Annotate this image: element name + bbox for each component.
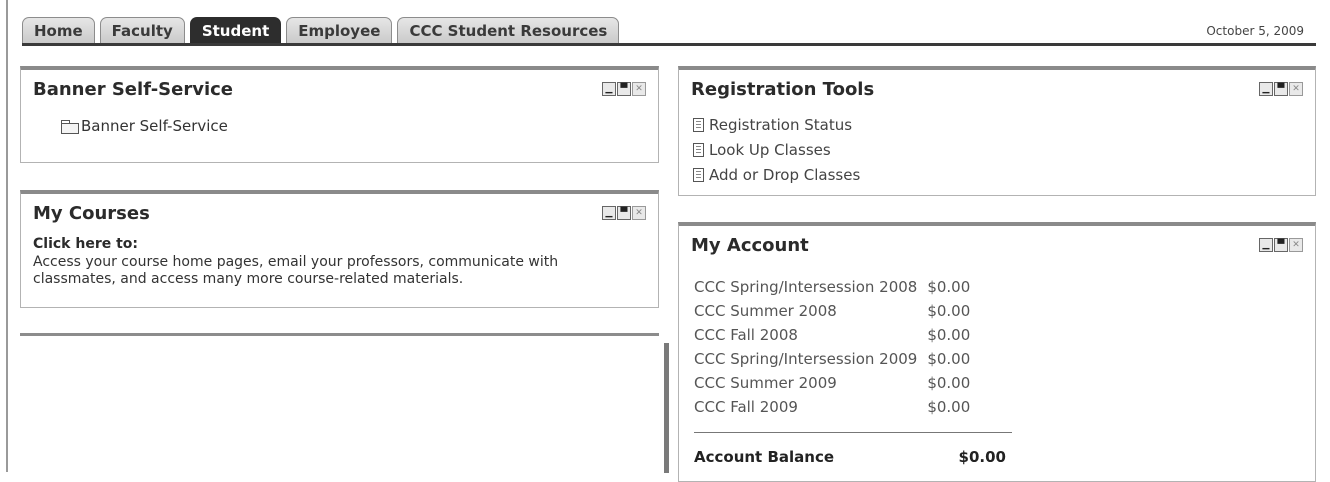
document-icon [693, 142, 704, 157]
term-name: CCC Spring/Intersession 2008 [694, 278, 918, 296]
table-row: CCC Summer 2008 $0.00 [694, 299, 970, 323]
page-left-border [6, 0, 8, 472]
portlet-controls: ▁ ▀ ✕ [1259, 238, 1303, 252]
table-row: CCC Spring/Intersession 2009 $0.00 [694, 347, 970, 371]
banner-link-label: Banner Self-Service [81, 117, 228, 135]
minimize-icon[interactable]: ▁ [1259, 238, 1273, 252]
courses-click-here-link[interactable]: Click here to: [33, 236, 138, 252]
term-amount: $0.00 [927, 278, 971, 296]
term-amount: $0.00 [927, 374, 971, 392]
folder-icon [61, 119, 79, 134]
term-name: CCC Fall 2009 [694, 398, 798, 416]
minimize-icon[interactable]: ▁ [602, 82, 616, 96]
term-amount: $0.00 [927, 326, 971, 344]
tab-student[interactable]: Student [189, 17, 282, 44]
link-label: Look Up Classes [709, 140, 831, 159]
maximize-icon[interactable]: ▀ [617, 206, 631, 220]
portlet-title: My Courses [33, 203, 150, 224]
table-row: CCC Fall 2008 $0.00 [694, 323, 970, 347]
portlet-controls: ▁ ▀ ✕ [602, 82, 646, 96]
term-name: CCC Spring/Intersession 2009 [694, 350, 918, 368]
banner-self-service-link[interactable]: Banner Self-Service [61, 117, 228, 135]
term-name: CCC Fall 2008 [694, 326, 798, 344]
maximize-icon[interactable]: ▀ [1274, 82, 1288, 96]
balance-label: Account Balance [694, 448, 835, 466]
portlet-title: My Account [691, 235, 809, 256]
term-name: CCC Summer 2008 [694, 302, 837, 320]
term-amount: $0.00 [927, 302, 971, 320]
registration-links: Registration Status Look Up Classes Add … [693, 112, 860, 187]
term-name: CCC Summer 2009 [694, 374, 837, 392]
link-label: Add or Drop Classes [709, 165, 861, 184]
current-date: October 5, 2009 [1206, 24, 1304, 38]
main-tab-bar: Home Faculty Student Employee CCC Studen… [22, 16, 624, 44]
tab-faculty[interactable]: Faculty [99, 17, 185, 44]
empty-portlet-divider [20, 333, 659, 336]
portlet-title: Banner Self-Service [33, 79, 234, 100]
registration-status-link[interactable]: Registration Status [693, 112, 860, 137]
tab-home[interactable]: Home [22, 17, 95, 44]
balance-value: $0.00 [958, 448, 1006, 466]
my-account-portlet: My Account ▁ ▀ ✕ CCC Spring/Intersession… [678, 222, 1316, 482]
table-row: CCC Summer 2009 $0.00 [694, 371, 970, 395]
maximize-icon[interactable]: ▀ [1274, 238, 1288, 252]
look-up-classes-link[interactable]: Look Up Classes [693, 137, 860, 162]
portlet-title: Registration Tools [691, 79, 875, 100]
minimize-icon[interactable]: ▁ [1259, 82, 1273, 96]
link-label: Registration Status [709, 115, 853, 134]
my-courses-portlet: My Courses ▁ ▀ ✕ Click here to: Access y… [20, 190, 659, 308]
column-resize-handle[interactable] [664, 343, 669, 473]
balance-divider [694, 432, 1012, 433]
portlet-controls: ▁ ▀ ✕ [602, 206, 646, 220]
account-balance-row: Account Balance $0.00 [694, 448, 1006, 466]
close-icon[interactable]: ✕ [632, 206, 646, 220]
table-row: CCC Spring/Intersession 2008 $0.00 [694, 275, 970, 299]
document-icon [693, 167, 704, 182]
close-icon[interactable]: ✕ [1289, 82, 1303, 96]
tab-underline [22, 43, 1316, 46]
tab-employee[interactable]: Employee [286, 17, 393, 44]
table-row: CCC Fall 2009 $0.00 [694, 395, 970, 419]
registration-tools-portlet: Registration Tools ▁ ▀ ✕ Registration St… [678, 66, 1316, 196]
document-icon [693, 117, 704, 132]
account-table: CCC Spring/Intersession 2008 $0.00 CCC S… [694, 275, 970, 419]
courses-description: Access your course home pages, email you… [33, 254, 559, 287]
close-icon[interactable]: ✕ [1289, 238, 1303, 252]
term-amount: $0.00 [927, 398, 971, 416]
portlet-controls: ▁ ▀ ✕ [1259, 82, 1303, 96]
add-drop-classes-link[interactable]: Add or Drop Classes [693, 162, 860, 187]
maximize-icon[interactable]: ▀ [617, 82, 631, 96]
tab-ccc-student-resources[interactable]: CCC Student Resources [397, 17, 620, 44]
minimize-icon[interactable]: ▁ [602, 206, 616, 220]
close-icon[interactable]: ✕ [632, 82, 646, 96]
banner-self-service-portlet: Banner Self-Service ▁ ▀ ✕ Banner Self-Se… [20, 66, 659, 163]
term-amount: $0.00 [927, 350, 971, 368]
